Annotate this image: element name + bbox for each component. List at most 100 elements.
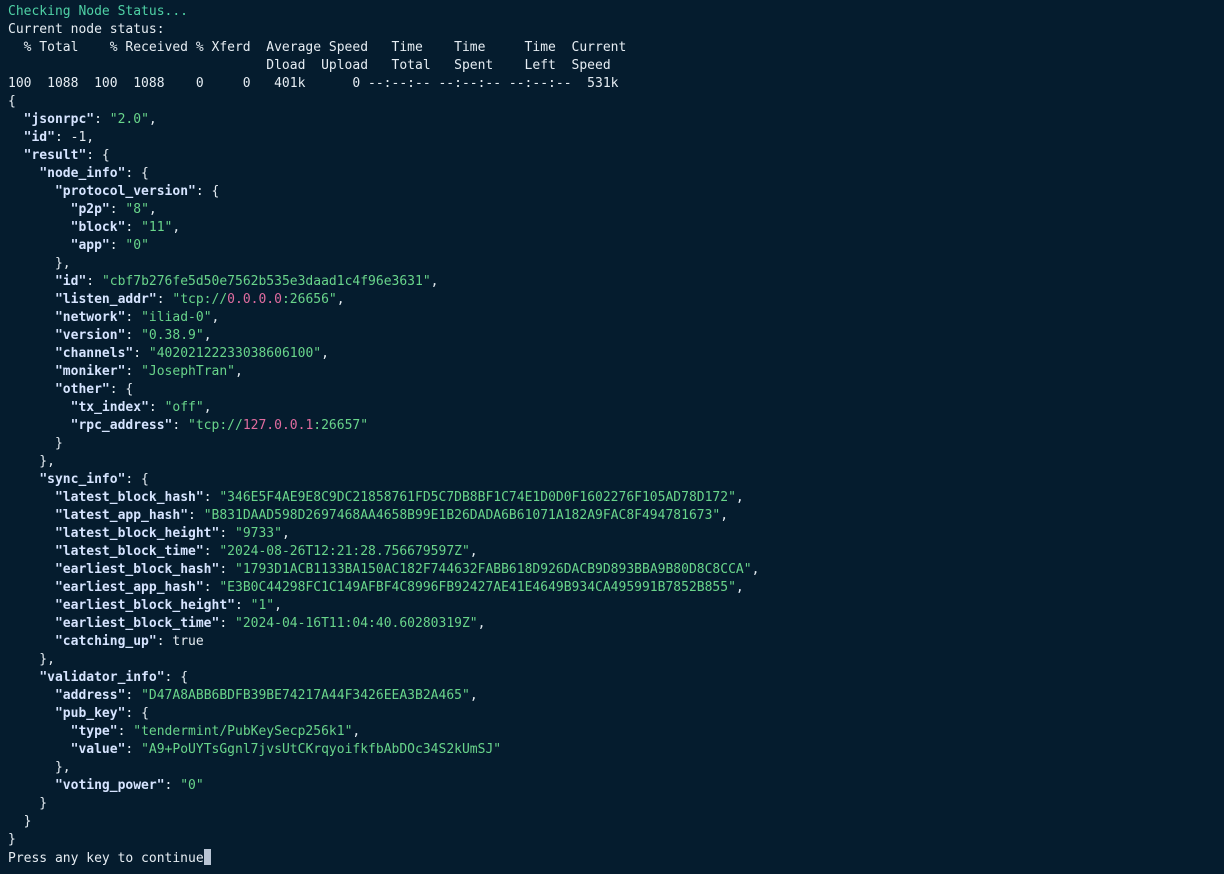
json-string-value: "1" bbox=[250, 598, 275, 613]
terminal-line: "type": "tendermint/PubKeySecp256k1", bbox=[8, 723, 1216, 741]
json-punctuation bbox=[8, 382, 55, 397]
json-key: "network" bbox=[54, 310, 126, 325]
json-key: "p2p" bbox=[70, 202, 110, 217]
json-punctuation: : { bbox=[109, 382, 134, 397]
terminal-line: Checking Node Status... bbox=[8, 3, 1216, 21]
json-punctuation: } bbox=[8, 814, 32, 829]
json-punctuation bbox=[8, 580, 55, 595]
json-punctuation: : bbox=[219, 526, 235, 541]
json-punctuation bbox=[8, 670, 39, 685]
json-key: "jsonrpc" bbox=[23, 112, 95, 127]
ip-address-text: 127.0.0.1 bbox=[242, 418, 314, 433]
terminal-line: "validator_info": { bbox=[8, 669, 1216, 687]
json-string-value: "iliad-0" bbox=[141, 310, 212, 325]
json-punctuation: : { bbox=[125, 706, 149, 721]
json-string-value: "9733" bbox=[235, 526, 282, 541]
terminal-line: "earliest_block_time": "2024-04-16T11:04… bbox=[8, 615, 1216, 633]
json-key: "node_info" bbox=[39, 166, 126, 181]
text-cursor bbox=[203, 849, 211, 865]
json-punctuation: }, bbox=[8, 256, 71, 271]
json-punctuation: : { bbox=[86, 148, 110, 163]
json-punctuation bbox=[8, 598, 55, 613]
output-text: Current node status: bbox=[8, 22, 165, 37]
terminal-line: "channels": "40202122233038606100", bbox=[8, 345, 1216, 363]
json-punctuation: : { bbox=[164, 670, 189, 685]
json-key: "earliest_block_hash" bbox=[54, 562, 220, 577]
json-punctuation: : bbox=[156, 292, 173, 307]
json-punctuation bbox=[8, 616, 55, 631]
json-key: "other" bbox=[54, 382, 110, 397]
terminal-line: }, bbox=[8, 759, 1216, 777]
json-punctuation bbox=[8, 688, 55, 703]
json-punctuation: , bbox=[211, 310, 220, 325]
json-punctuation bbox=[8, 778, 55, 793]
json-punctuation: , bbox=[751, 562, 760, 577]
json-punctuation: , bbox=[469, 544, 478, 559]
json-punctuation: , bbox=[321, 346, 329, 361]
terminal-output: Checking Node Status... Current node stat… bbox=[8, 3, 1216, 849]
json-punctuation: : bbox=[94, 112, 110, 127]
json-punctuation: : -1, bbox=[54, 130, 95, 145]
json-string-value: "tcp:// bbox=[188, 418, 243, 433]
json-punctuation bbox=[8, 562, 55, 577]
json-punctuation: : bbox=[172, 418, 189, 433]
json-key: "sync_info" bbox=[39, 472, 126, 487]
terminal-line: "latest_block_time": "2024-08-26T12:21:2… bbox=[8, 543, 1216, 561]
json-punctuation: , bbox=[430, 274, 439, 289]
terminal-window[interactable]: Checking Node Status... Current node stat… bbox=[8, 3, 1216, 867]
json-punctuation: { bbox=[8, 94, 16, 109]
json-punctuation: } bbox=[8, 832, 16, 847]
json-key: "protocol_version" bbox=[54, 184, 196, 199]
json-punctuation: , bbox=[235, 364, 243, 379]
json-string-value: "tendermint/PubKeySecp256k1" bbox=[133, 724, 353, 739]
json-punctuation: : bbox=[219, 562, 235, 577]
json-punctuation: , bbox=[735, 490, 744, 505]
json-punctuation bbox=[8, 184, 55, 199]
terminal-line: } bbox=[8, 813, 1216, 831]
terminal-line: "catching_up": true bbox=[8, 633, 1216, 651]
json-key: "version" bbox=[54, 328, 126, 343]
terminal-line: "app": "0" bbox=[8, 237, 1216, 255]
terminal-line: "version": "0.38.9", bbox=[8, 327, 1216, 345]
json-punctuation: , bbox=[274, 598, 282, 613]
json-punctuation: : bbox=[164, 778, 181, 793]
json-key: "listen_addr" bbox=[54, 292, 157, 307]
json-punctuation: : bbox=[86, 274, 102, 289]
json-string-value: "JosephTran" bbox=[141, 364, 235, 379]
terminal-line: "rpc_address": "tcp://127.0.0.1:26657" bbox=[8, 417, 1216, 435]
json-punctuation: } bbox=[8, 436, 63, 451]
json-string-value: "tcp:// bbox=[172, 292, 228, 307]
output-text: % Total % Received % Xferd Average Speed… bbox=[8, 40, 627, 55]
json-punctuation: , bbox=[172, 220, 181, 235]
output-text: 100 1088 100 1088 0 0 401k 0 --:--:-- --… bbox=[8, 76, 619, 91]
json-string-value: "cbf7b276fe5d50e7562b535e3daad1c4f96e363… bbox=[101, 274, 431, 289]
json-punctuation: : bbox=[117, 724, 134, 739]
json-punctuation: , bbox=[148, 112, 157, 127]
json-key: "latest_app_hash" bbox=[54, 508, 189, 523]
terminal-line: "network": "iliad-0", bbox=[8, 309, 1216, 327]
json-punctuation bbox=[8, 634, 55, 649]
json-punctuation bbox=[8, 328, 55, 343]
json-string-value: "0.38.9" bbox=[141, 328, 204, 343]
json-punctuation: : bbox=[125, 688, 142, 703]
json-punctuation: : bbox=[125, 364, 142, 379]
json-string-value: "A9+PoUYTsGgnl7jvsUtCKrqyoifkfbAbDOc34S2… bbox=[141, 742, 502, 757]
terminal-line: Dload Upload Total Spent Left Speed bbox=[8, 57, 1216, 75]
json-punctuation: , bbox=[477, 616, 486, 631]
json-punctuation bbox=[8, 400, 71, 415]
json-string-value: "D47A8ABB6BDFB39BE74217A44F3426EEA3B2A46… bbox=[141, 688, 470, 703]
json-punctuation bbox=[8, 130, 24, 145]
terminal-line: } bbox=[8, 435, 1216, 453]
json-punctuation bbox=[8, 112, 24, 127]
json-punctuation: , bbox=[148, 202, 157, 217]
continue-prompt[interactable]: Press any key to continue bbox=[8, 849, 1216, 867]
terminal-line: "id": "cbf7b276fe5d50e7562b535e3daad1c4f… bbox=[8, 273, 1216, 291]
json-punctuation bbox=[8, 706, 55, 721]
json-punctuation: }, bbox=[8, 652, 55, 667]
terminal-line: "sync_info": { bbox=[8, 471, 1216, 489]
terminal-line: "block": "11", bbox=[8, 219, 1216, 237]
terminal-line: "voting_power": "0" bbox=[8, 777, 1216, 795]
json-punctuation: }, bbox=[8, 760, 71, 775]
json-string-value: "8" bbox=[125, 202, 149, 217]
json-key: "latest_block_height" bbox=[54, 526, 220, 541]
